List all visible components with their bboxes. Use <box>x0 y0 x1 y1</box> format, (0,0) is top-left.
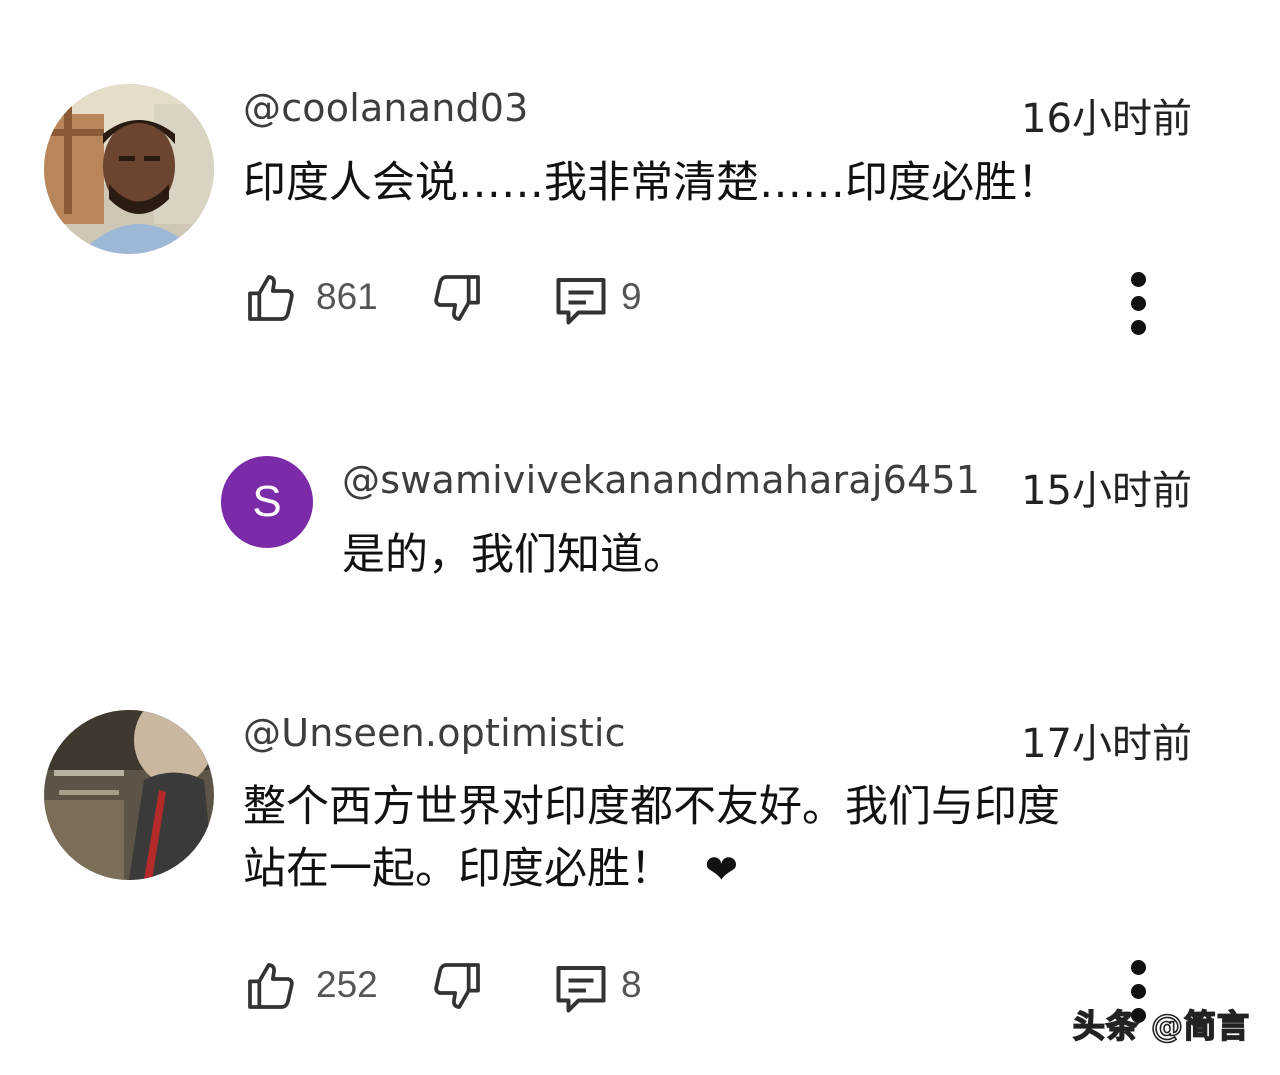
comment-icon[interactable] <box>551 958 611 1022</box>
thumbs-down-icon[interactable] <box>429 270 485 330</box>
thumbs-up-icon[interactable] <box>243 270 299 330</box>
heart-emoji: ❤ <box>704 847 739 893</box>
comment-timestamp: 17小时前 <box>1021 721 1192 767</box>
more-dot <box>1130 984 1146 999</box>
more-vertical-icon[interactable] <box>1128 272 1148 344</box>
comment-author[interactable]: @swamivivekanandmaharaj6451 <box>342 458 980 502</box>
comment-text: 印度人会说……我非常清楚……印度必胜！ <box>243 158 1060 208</box>
thumbs-up-icon[interactable] <box>243 958 299 1018</box>
comment-text: 整个西方世界对印度都不友好。我们与印度 站在一起。印度必胜！ ❤ <box>243 776 1203 901</box>
comment-text-line: 整个西方世界对印度都不友好。我们与印度 <box>243 782 1060 832</box>
comment-author[interactable]: @Unseen.optimistic <box>243 711 626 755</box>
user-avatar[interactable] <box>44 84 214 254</box>
watermark: 头条 @简言 <box>1072 1006 1250 1046</box>
comment-text-line: 站在一起。印度必胜！ ❤ <box>243 838 1203 901</box>
comment-actions: 861 9 <box>243 270 1243 330</box>
comment-text: 是的，我们知道。 <box>342 530 686 580</box>
reply-count: 9 <box>621 276 642 317</box>
user-avatar[interactable] <box>44 710 214 880</box>
like-count: 861 <box>316 276 378 317</box>
comment-icon[interactable] <box>551 270 611 334</box>
user-avatar[interactable]: S <box>221 456 313 548</box>
more-dot <box>1130 272 1146 287</box>
comment-timestamp: 15小时前 <box>1021 468 1192 514</box>
avatar-photo <box>44 84 214 254</box>
thumbs-down-icon[interactable] <box>429 958 485 1018</box>
more-dot <box>1130 320 1146 335</box>
more-dot <box>1130 960 1146 975</box>
comment-author[interactable]: @coolanand03 <box>243 86 529 130</box>
avatar-photo <box>44 710 214 880</box>
comment-text-segment: 站在一起。印度必胜！ <box>243 844 673 894</box>
reply-count: 8 <box>621 964 642 1005</box>
like-count: 252 <box>316 964 378 1005</box>
comment-timestamp: 16小时前 <box>1021 96 1192 142</box>
more-dot <box>1130 296 1146 311</box>
